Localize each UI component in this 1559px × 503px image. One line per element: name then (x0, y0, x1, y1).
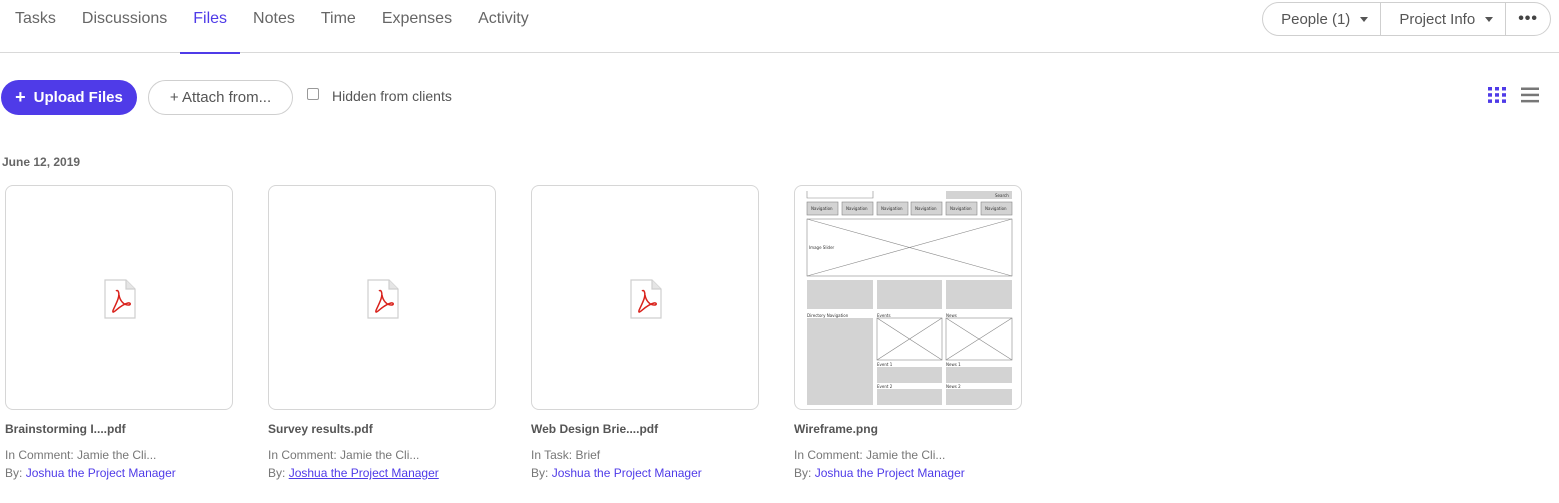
pdf-file-icon (630, 279, 662, 319)
project-info-label: Project Info (1399, 10, 1476, 28)
plus-icon: + (15, 87, 26, 107)
file-name[interactable]: Wireframe.png (794, 422, 1022, 436)
pdf-file-icon (367, 279, 399, 319)
file-card: Search Navigation Navigation Navigation … (794, 185, 1022, 480)
more-options-button[interactable]: ••• (1506, 3, 1550, 35)
upload-files-label: Upload Files (33, 89, 123, 106)
people-label: People (1) (1281, 10, 1351, 28)
author-link[interactable]: Joshua the Project Manager (26, 466, 176, 480)
tab-expenses[interactable]: Expenses (369, 0, 465, 53)
wf-slider-text: Image Slider (809, 245, 835, 250)
people-dropdown-button[interactable]: People (1) (1263, 3, 1382, 35)
wireframe-preview-image: Search Navigation Navigation Navigation … (806, 191, 1013, 405)
file-thumbnail[interactable]: Search Navigation Navigation Navigation … (794, 185, 1022, 410)
wf-news1-text: News 1 (946, 362, 961, 367)
pdf-file-icon (104, 279, 136, 319)
wf-event1-text: Event 1 (877, 362, 893, 367)
wf-events-text: Events (877, 313, 891, 318)
by-prefix: By: (531, 466, 549, 480)
file-card: Web Design Brie....pdf In Task: Brief By… (531, 185, 759, 480)
caret-down-icon (1360, 16, 1369, 22)
file-author-line: By: Joshua the Project Manager (794, 466, 1022, 480)
file-name[interactable]: Web Design Brie....pdf (531, 422, 759, 436)
wf-nav-text: Navigation (915, 206, 937, 211)
author-link[interactable]: Joshua the Project Manager (289, 466, 439, 480)
tab-tasks[interactable]: Tasks (0, 0, 69, 53)
file-card: Brainstorming I....pdf In Comment: Jamie… (5, 185, 233, 480)
file-name[interactable]: Brainstorming I....pdf (5, 422, 233, 436)
wf-nav-text: Navigation (950, 206, 972, 211)
project-tabs: Tasks Discussions Files Notes Time Expen… (0, 0, 542, 54)
upload-files-button[interactable]: + Upload Files (1, 80, 137, 115)
file-context: In Comment: Jamie the Cli... (5, 448, 157, 462)
by-prefix: By: (794, 466, 812, 480)
by-prefix: By: (5, 466, 23, 480)
file-thumbnail[interactable] (268, 185, 496, 410)
hidden-from-clients-checkbox[interactable] (307, 88, 319, 100)
file-author-line: By: Joshua the Project Manager (268, 466, 496, 480)
file-context: In Comment: Jamie the Cli... (268, 448, 420, 462)
wf-news-text: News (946, 313, 957, 318)
file-name[interactable]: Survey results.pdf (268, 422, 496, 436)
file-thumbnail[interactable] (5, 185, 233, 410)
file-context: In Comment: Jamie the Cli... (794, 448, 946, 462)
file-author-line: By: Joshua the Project Manager (531, 466, 759, 480)
tab-time[interactable]: Time (308, 0, 369, 53)
wf-event2-text: Event 2 (877, 384, 893, 389)
project-info-dropdown-button[interactable]: Project Info (1381, 3, 1507, 35)
attach-from-button[interactable]: + Attach from... (148, 80, 293, 115)
wf-nav-text: Navigation (846, 206, 868, 211)
top-nav-bar: Tasks Discussions Files Notes Time Expen… (0, 0, 1559, 54)
attach-from-label: + Attach from... (169, 89, 272, 106)
wf-nav-text: Navigation (811, 206, 833, 211)
wf-directory-text: Directory Navigation (807, 313, 849, 318)
file-context: In Task: Brief (531, 448, 601, 462)
author-link[interactable]: Joshua the Project Manager (815, 466, 965, 480)
tab-notes[interactable]: Notes (240, 0, 308, 53)
list-view-icon[interactable] (1521, 87, 1539, 103)
more-dots-icon: ••• (1518, 10, 1538, 27)
grid-view-icon[interactable] (1488, 87, 1506, 103)
wf-nav-text: Navigation (881, 206, 903, 211)
wf-search-text: Search (995, 193, 1009, 198)
file-card: Survey results.pdf In Comment: Jamie the… (268, 185, 496, 480)
author-link[interactable]: Joshua the Project Manager (552, 466, 702, 480)
file-author-line: By: Joshua the Project Manager (5, 466, 233, 480)
caret-down-icon (1485, 16, 1494, 22)
wf-nav-text: Navigation (985, 206, 1007, 211)
date-group-heading: June 12, 2019 (2, 155, 81, 169)
by-prefix: By: (268, 466, 286, 480)
tab-activity[interactable]: Activity (465, 0, 542, 53)
tab-files[interactable]: Files (180, 0, 240, 54)
tab-discussions[interactable]: Discussions (69, 0, 180, 53)
wf-news2-text: News 2 (946, 384, 961, 389)
hidden-from-clients-label: Hidden from clients (332, 88, 452, 104)
file-thumbnail[interactable] (531, 185, 759, 410)
project-actions-group: People (1) Project Info ••• (1262, 2, 1551, 36)
